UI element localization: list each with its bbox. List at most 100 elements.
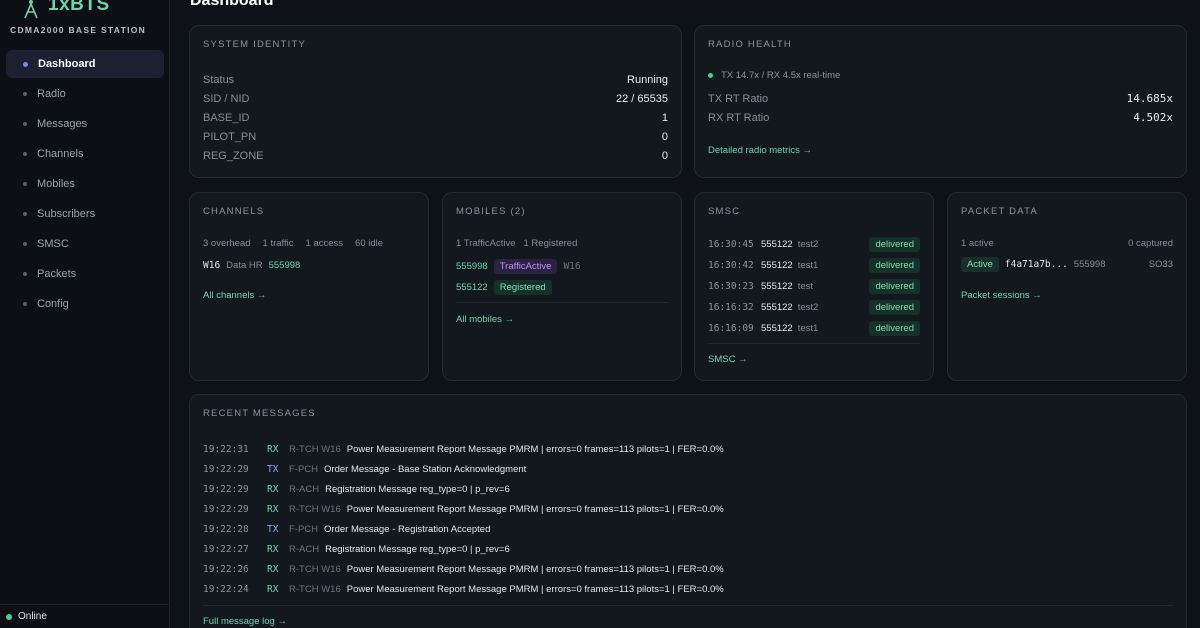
sidebar-item-channels[interactable]: Channels [6, 140, 164, 168]
message-row[interactable]: 19:22:29 RX R-TCH W16 Power Measurement … [203, 499, 724, 519]
all-channels-link[interactable]: All channels → [203, 290, 266, 301]
sms-text: test [797, 280, 814, 292]
message-channel: R-TCH W16 [289, 503, 341, 515]
connection-status: Online [0, 604, 170, 628]
message-channel: F-PCH [289, 463, 319, 475]
kv-row: PILOT_PN 0 [203, 127, 668, 146]
channel-type: Data HR [226, 259, 263, 271]
message-row[interactable]: 19:22:31 RX R-TCH W16 Power Measurement … [203, 439, 724, 459]
sms-number: 555122 [761, 301, 793, 313]
message-row[interactable]: 19:22:24 RX R-TCH W16 Power Measurement … [203, 579, 724, 599]
mobile-row[interactable]: 555122 Registered [456, 277, 668, 297]
message-direction: RX [267, 443, 279, 455]
full-message-log-link[interactable]: Full message log → [203, 616, 287, 627]
all-mobiles-link[interactable]: All mobiles → [456, 314, 514, 325]
message-row[interactable]: 19:22:29 TX F-PCH Order Message - Base S… [203, 459, 526, 479]
brand-subtitle: CDMA2000 BASE STATION [10, 25, 147, 35]
packet-session-row[interactable]: Active f4a71a7b... 555998 SO33 [961, 254, 1173, 274]
dot-icon [23, 302, 27, 306]
sidebar-item-radio[interactable]: Radio [6, 80, 164, 108]
sms-row[interactable]: 16:30:23 555122 test delivered [708, 276, 920, 296]
mobile-id: 555122 [456, 281, 488, 293]
status-dot-icon [6, 613, 12, 620]
message-row[interactable]: 19:22:26 RX R-TCH W16 Power Measurement … [203, 559, 724, 579]
dot-icon [23, 152, 27, 156]
sms-row[interactable]: 16:16:32 555122 test2 delivered [708, 297, 920, 317]
sms-number: 555122 [761, 238, 793, 250]
sidebar-item-messages[interactable]: Messages [6, 110, 164, 138]
message-row[interactable]: 19:22:29 RX R-ACH Registration Message r… [203, 479, 510, 499]
sidebar-item-label: Channels [37, 148, 84, 160]
dot-icon [23, 242, 27, 246]
sidebar-item-subscribers[interactable]: Subscribers [6, 200, 164, 228]
kv-key: Status [203, 73, 235, 86]
mobile-state-badge: TrafficActive [493, 258, 558, 274]
stat-overhead: 3 overhead [203, 237, 251, 249]
message-channel: R-ACH [289, 543, 320, 555]
message-time: 19:22:28 [203, 523, 249, 535]
message-channel: R-TCH W16 [289, 443, 341, 455]
message-text: Power Measurement Report Message PMRM | … [346, 563, 724, 575]
message-time: 19:22:29 [203, 483, 249, 495]
sidebar-item-dashboard[interactable]: Dashboard [6, 50, 164, 78]
message-text: Power Measurement Report Message PMRM | … [346, 443, 724, 455]
sms-status-badge: delivered [869, 236, 920, 252]
sms-text: test1 [797, 322, 819, 334]
sms-row[interactable]: 16:30:42 555122 test1 delivered [708, 255, 920, 275]
session-state-badge: Active [961, 256, 999, 272]
message-row[interactable]: 19:22:28 TX F-PCH Order Message - Regist… [203, 519, 490, 539]
stat-traffic: 1 traffic [262, 237, 294, 249]
packet-sessions-link[interactable]: Packet sessions → [961, 290, 1042, 301]
kv-row: BASE_ID 1 [203, 108, 668, 127]
kv-value: 4.502x [1133, 111, 1173, 124]
message-row[interactable]: 19:22:27 RX R-ACH Registration Message r… [203, 539, 510, 559]
kv-key: BASE_ID [203, 111, 250, 124]
card-title: SYSTEM IDENTITY [203, 39, 306, 50]
kv-key: REG_ZONE [203, 149, 264, 162]
system-identity-card: SYSTEM IDENTITY Status Running SID / NID 2… [189, 25, 682, 178]
sms-time: 16:30:42 [708, 259, 754, 271]
packet-captured-count: 0 captured [1128, 237, 1173, 249]
dot-icon [23, 182, 27, 186]
channel-entry[interactable]: W16 Data HR 555998 [203, 255, 415, 275]
sms-row[interactable]: 16:16:09 555122 test1 delivered [708, 318, 920, 338]
sms-number: 555122 [761, 259, 793, 271]
session-id: f4a71a7b... [1004, 258, 1068, 270]
smsc-link[interactable]: SMSC → [708, 354, 748, 365]
message-time: 19:22:29 [203, 503, 249, 515]
detailed-radio-metrics-link[interactable]: Detailed radio metrics → [708, 145, 812, 156]
message-time: 19:22:24 [203, 583, 249, 595]
mobile-row[interactable]: 555998 TrafficActive W16 [456, 256, 668, 276]
message-direction: RX [267, 503, 279, 515]
divider [708, 343, 920, 344]
message-channel: F-PCH [289, 523, 319, 535]
sidebar-item-label: SMSC [37, 238, 69, 250]
sidebar-item-mobiles[interactable]: Mobiles [6, 170, 164, 198]
stat-idle: 60 idle [355, 237, 384, 249]
sidebar-item-label: Messages [37, 118, 88, 130]
kv-key: RX RT Ratio [708, 111, 770, 124]
message-direction: RX [267, 563, 279, 575]
channel-stats: 3 overhead 1 traffic 1 access 60 idle [203, 233, 415, 253]
mobile-state-badge: Registered [493, 279, 552, 295]
kv-row: TX RT Ratio 14.685x [708, 89, 1173, 108]
packet-active-count: 1 active [961, 237, 994, 249]
kv-row: SID / NID 22 / 65535 [203, 89, 668, 108]
sidebar-item-smsc[interactable]: SMSC [6, 230, 164, 258]
dot-icon [23, 212, 27, 216]
sms-time: 16:16:09 [708, 322, 754, 334]
channel-imsi: 555998 [268, 259, 301, 271]
sidebar-item-label: Packets [37, 268, 77, 280]
dot-icon [23, 122, 27, 126]
sidebar-item-config[interactable]: Config [6, 290, 164, 318]
card-title: MOBILES (2) [456, 206, 526, 217]
sidebar-item-label: Mobiles [37, 178, 75, 190]
smsc-card: SMSC 16:30:45 555122 test2 delivered 16:… [694, 192, 934, 381]
sidebar-item-packets[interactable]: Packets [6, 260, 164, 288]
message-time: 19:22:31 [203, 443, 249, 455]
sms-row[interactable]: 16:30:45 555122 test2 delivered [708, 234, 920, 254]
sms-time: 16:30:23 [708, 280, 754, 292]
brand[interactable]: 1xBTS CDMA2000 BASE STATION [0, 0, 170, 40]
radio-summary-text: TX 14.7x / RX 4.5x real-time [721, 70, 841, 81]
sms-time: 16:30:45 [708, 238, 754, 250]
